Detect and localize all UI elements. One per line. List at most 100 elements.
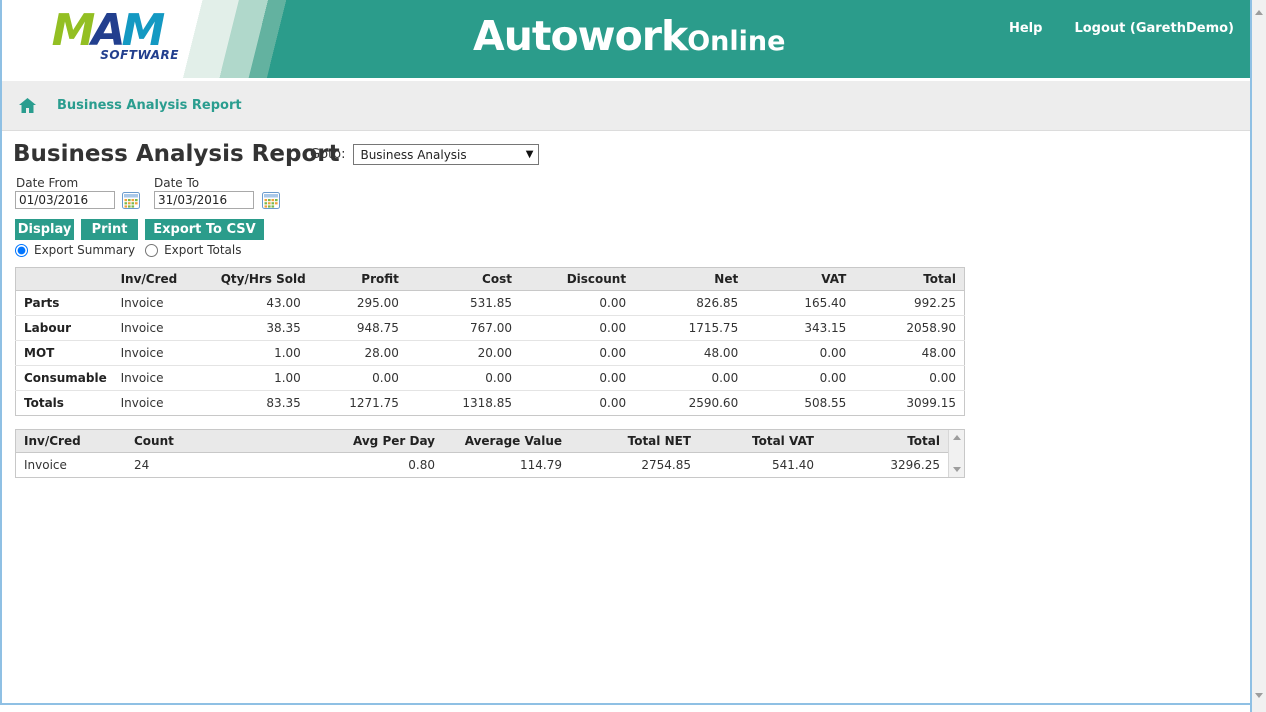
- column-header: Inv/Cred: [16, 430, 126, 453]
- column-header: Total NET: [570, 430, 699, 453]
- table-cell: 826.85: [634, 290, 747, 316]
- window-frame-right: [1250, 0, 1252, 712]
- table-header-row: Inv/Cred Qty/Hrs Sold Profit Cost Discount Ne…: [15, 267, 965, 291]
- column-header: VAT: [746, 267, 855, 291]
- table-cell: 508.55: [804, 396, 847, 410]
- table-cell: 38.35: [212, 315, 309, 341]
- totals-table-scrollbar[interactable]: [948, 430, 964, 477]
- table-cell: 20.00: [406, 340, 520, 366]
- table-cell: 1.00: [212, 365, 309, 391]
- help-link[interactable]: Help: [1009, 21, 1042, 36]
- table-cell: Labour: [15, 315, 113, 341]
- goto-control: Goto: Business Analysis ▼: [310, 144, 540, 165]
- table-header-row: Inv/Cred Count Avg Per Day Average Value Tot…: [16, 430, 948, 453]
- column-header: [15, 267, 113, 291]
- header-links: Help Logout (GarethDemo): [1009, 21, 1234, 36]
- export-csv-button[interactable]: Export To CSV: [145, 219, 264, 240]
- table-cell: 0.00: [854, 365, 965, 391]
- table-cell: Invoice: [112, 340, 213, 366]
- table-cell: Invoice: [112, 315, 213, 341]
- table-cell: 0.80: [408, 458, 435, 472]
- table-cell: 48.00: [854, 340, 965, 366]
- app-title: Autowork Online: [473, 12, 785, 60]
- table-cell: 0.00: [519, 315, 635, 341]
- column-header: Total: [854, 267, 965, 291]
- table-cell: Invoice: [24, 458, 67, 472]
- table-cell: 0.00: [599, 396, 627, 410]
- column-header: Total: [822, 430, 948, 453]
- table-row: Invoice 24 0.80 114.79 2754.85 541.40 3296.25: [16, 453, 948, 478]
- table-cell: 28.00: [308, 340, 407, 366]
- date-to-label: Date To: [154, 176, 200, 190]
- scroll-up-icon[interactable]: [953, 435, 961, 440]
- table-cell: Parts: [15, 290, 113, 316]
- export-summary-label[interactable]: Export Summary: [34, 243, 135, 257]
- scroll-up-icon[interactable]: [1255, 10, 1263, 15]
- window-frame-left: [0, 0, 2, 705]
- table-cell: Invoice: [112, 290, 213, 316]
- date-from-input[interactable]: [15, 191, 115, 209]
- date-from-label: Date From: [16, 176, 79, 190]
- table-cell: 0.00: [406, 365, 520, 391]
- column-header: Inv/Cred: [112, 267, 213, 291]
- logout-link[interactable]: Logout (GarethDemo): [1074, 21, 1234, 36]
- table-cell: 3296.25: [890, 458, 940, 472]
- table-cell: 2590.60: [688, 396, 739, 410]
- table-cell: 948.75: [308, 315, 407, 341]
- table-cell: 2058.90: [854, 315, 965, 341]
- table-row: Consumable Invoice 1.00 0.00 0.00 0.00 0.00 0.0…: [15, 365, 965, 391]
- table-row: MOT Invoice 1.00 28.00 20.00 0.00 48.00 0.00 48.…: [15, 340, 965, 366]
- date-to-input[interactable]: [154, 191, 254, 209]
- table-cell: 1318.85: [462, 396, 512, 410]
- export-totals-radio[interactable]: [145, 243, 159, 257]
- breadcrumb-link[interactable]: Business Analysis Report: [57, 98, 242, 113]
- export-summary-radio[interactable]: [15, 243, 28, 257]
- display-button[interactable]: Display: [15, 219, 74, 240]
- totals-table-container: Inv/Cred Count Avg Per Day Average Value Tot…: [15, 429, 965, 478]
- print-button[interactable]: Print: [81, 219, 138, 240]
- export-totals-label[interactable]: Export Totals: [164, 243, 241, 257]
- table-cell: Consumable: [15, 365, 113, 391]
- date-from-calendar-icon[interactable]: [122, 192, 140, 209]
- table-cell: 24: [134, 458, 150, 472]
- table-cell: 0.00: [519, 290, 635, 316]
- home-icon[interactable]: [19, 98, 36, 113]
- goto-label: Goto:: [310, 147, 346, 162]
- window-frame-bottom: [0, 703, 1250, 705]
- goto-selected-value: Business Analysis: [360, 147, 467, 162]
- mam-software-logo: MAM SOFTWARE: [34, 8, 179, 63]
- header-bar: MAM SOFTWARE Autowork Online Help Logout …: [2, 0, 1250, 78]
- column-header: Qty/Hrs Sold: [212, 267, 309, 291]
- scroll-down-icon[interactable]: [953, 467, 961, 472]
- table-cell: 531.85: [406, 290, 520, 316]
- page-scrollbar[interactable]: [1252, 0, 1266, 712]
- table-cell: 165.40: [746, 290, 855, 316]
- table-cell: 295.00: [308, 290, 407, 316]
- table-cell: 83.35: [266, 396, 301, 410]
- table-cell: 1715.75: [634, 315, 747, 341]
- table-cell: 343.15: [746, 315, 855, 341]
- column-header: Count: [126, 430, 253, 453]
- table-cell: 0.00: [519, 365, 635, 391]
- app-title-sub: Online: [687, 26, 786, 57]
- date-to-calendar-icon[interactable]: [262, 192, 280, 209]
- table-cell: Totals: [24, 396, 64, 410]
- table-cell: 3099.15: [906, 396, 956, 410]
- totals-table: Inv/Cred Count Avg Per Day Average Value Tot…: [16, 430, 948, 477]
- table-row: Labour Invoice 38.35 948.75 767.00 0.00 1715.7…: [15, 315, 965, 341]
- table-cell: 0.00: [746, 365, 855, 391]
- summary-table: Inv/Cred Qty/Hrs Sold Profit Cost Discount Ne…: [15, 267, 965, 416]
- app-title-main: Autowork: [473, 12, 688, 60]
- table-cell: 0.00: [746, 340, 855, 366]
- table-row: Parts Invoice 43.00 295.00 531.85 0.00 826.85 1…: [15, 290, 965, 316]
- column-header: Net: [634, 267, 747, 291]
- goto-select[interactable]: Business Analysis ▼: [353, 144, 540, 165]
- column-header: Total VAT: [699, 430, 822, 453]
- table-cell: 1271.75: [349, 396, 399, 410]
- column-header: Discount: [519, 267, 635, 291]
- page-title: Business Analysis Report: [13, 141, 340, 167]
- dropdown-caret-icon: ▼: [525, 149, 534, 160]
- main-content: Business Analysis Report Goto: Business …: [2, 132, 1250, 712]
- export-option-radios: Export Summary Export Totals: [15, 243, 251, 257]
- scroll-down-icon[interactable]: [1255, 693, 1263, 698]
